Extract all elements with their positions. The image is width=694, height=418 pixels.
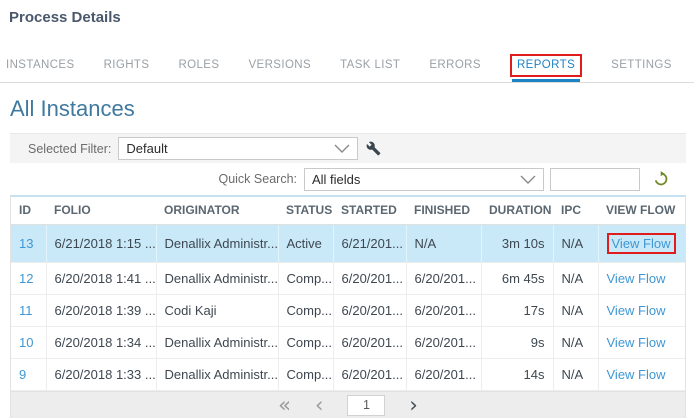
ipc-cell: N/A	[553, 359, 598, 391]
tab-instances[interactable]: INSTANCES	[5, 51, 76, 82]
table-header-row: ID FOLIO ORIGINATOR STATUS STARTED FINIS…	[11, 197, 685, 225]
started-cell: 6/21/201...	[333, 225, 406, 263]
folio-cell: 6/20/2018 1:39 ...	[46, 295, 156, 327]
view-flow-link[interactable]: View Flow	[612, 236, 671, 251]
tab-bar: INSTANCES RIGHTS ROLES VERSIONS TASK LIS…	[0, 46, 694, 83]
table-row[interactable]: 13 6/21/2018 1:15 ... Denallix Administr…	[11, 225, 685, 263]
folio-cell: 6/20/2018 1:34 ...	[46, 327, 156, 359]
col-header-originator[interactable]: ORIGINATOR	[156, 197, 278, 225]
annotation-box-reports: REPORTS	[510, 54, 582, 77]
annotation-box-view-flow: View Flow	[607, 233, 676, 254]
section-heading: All Instances	[10, 96, 694, 122]
selected-filter-label: Selected Filter:	[28, 142, 111, 156]
originator-cell: Denallix Administr...	[156, 359, 278, 391]
next-page-icon[interactable]: ›	[409, 395, 417, 416]
instance-id-link[interactable]: 13	[19, 236, 33, 251]
originator-cell: Codi Kaji	[156, 295, 278, 327]
folio-cell: 6/21/2018 1:15 ...	[46, 225, 156, 263]
originator-cell: Denallix Administr...	[156, 225, 278, 263]
tab-versions[interactable]: VERSIONS	[247, 51, 312, 82]
search-field-select[interactable]: All fields	[304, 168, 544, 191]
ipc-cell: N/A	[553, 225, 598, 263]
view-flow-link[interactable]: View Flow	[607, 303, 666, 318]
quick-search-input[interactable]	[550, 168, 640, 191]
instance-id-link[interactable]: 9	[19, 367, 26, 382]
view-flow-link[interactable]: View Flow	[607, 271, 666, 286]
finished-cell: 6/20/201...	[406, 327, 481, 359]
current-page-input[interactable]: 1	[347, 395, 385, 416]
instance-id-link[interactable]: 12	[19, 271, 33, 286]
refresh-icon[interactable]	[653, 171, 669, 187]
status-cell: Active	[278, 225, 333, 263]
filter-select-value: Default	[126, 141, 167, 156]
ipc-cell: N/A	[553, 327, 598, 359]
finished-cell: 6/20/201...	[406, 359, 481, 391]
tab-errors[interactable]: ERRORS	[428, 51, 482, 82]
started-cell: 6/20/201...	[333, 359, 406, 391]
view-flow-link[interactable]: View Flow	[607, 335, 666, 350]
folio-cell: 6/20/2018 1:41 ...	[46, 263, 156, 295]
table-row[interactable]: 11 6/20/2018 1:39 ... Codi Kaji Comp... …	[11, 295, 685, 327]
status-cell: Comp...	[278, 263, 333, 295]
first-page-icon[interactable]: «	[278, 395, 291, 416]
active-tab-underline	[512, 79, 580, 82]
status-cell: Comp...	[278, 295, 333, 327]
duration-cell: 17s	[481, 295, 553, 327]
content-area: Selected Filter: Default Quick Search: A…	[10, 133, 686, 418]
table-row[interactable]: 9 6/20/2018 1:33 ... Denallix Administr.…	[11, 359, 685, 391]
pagination-bar: « ‹ 1 ›	[11, 391, 685, 418]
originator-cell: Denallix Administr...	[156, 263, 278, 295]
ipc-cell: N/A	[553, 263, 598, 295]
chevron-down-icon	[520, 172, 536, 187]
col-header-id[interactable]: ID	[11, 197, 46, 225]
status-cell: Comp...	[278, 359, 333, 391]
instance-id-link[interactable]: 10	[19, 335, 33, 350]
col-header-started[interactable]: STARTED	[333, 197, 406, 225]
col-header-view-flow[interactable]: VIEW FLOW	[598, 197, 685, 225]
duration-cell: 14s	[481, 359, 553, 391]
ipc-cell: N/A	[553, 295, 598, 327]
tab-task-list[interactable]: TASK LIST	[339, 51, 401, 82]
duration-cell: 9s	[481, 327, 553, 359]
started-cell: 6/20/201...	[333, 295, 406, 327]
quick-search-bar: Quick Search: All fields	[10, 163, 686, 195]
finished-cell: N/A	[406, 225, 481, 263]
duration-cell: 6m 45s	[481, 263, 553, 295]
search-field-value: All fields	[312, 172, 360, 187]
col-header-finished[interactable]: FINISHED	[406, 197, 481, 225]
started-cell: 6/20/201...	[333, 327, 406, 359]
quick-search-label: Quick Search:	[218, 172, 297, 186]
col-header-folio[interactable]: FOLIO	[46, 197, 156, 225]
status-cell: Comp...	[278, 327, 333, 359]
tab-roles[interactable]: ROLES	[177, 51, 220, 82]
tab-reports-label: REPORTS	[517, 59, 575, 71]
tab-reports[interactable]: REPORTS	[509, 46, 583, 82]
table-row[interactable]: 12 6/20/2018 1:41 ... Denallix Administr…	[11, 263, 685, 295]
filter-bar: Selected Filter: Default	[10, 133, 686, 163]
folio-cell: 6/20/2018 1:33 ...	[46, 359, 156, 391]
chevron-down-icon	[334, 141, 350, 156]
view-flow-link[interactable]: View Flow	[607, 367, 666, 382]
originator-cell: Denallix Administr...	[156, 327, 278, 359]
instances-table: ID FOLIO ORIGINATOR STATUS STARTED FINIS…	[10, 195, 686, 418]
col-header-status[interactable]: STATUS	[278, 197, 333, 225]
table-row[interactable]: 10 6/20/2018 1:34 ... Denallix Administr…	[11, 327, 685, 359]
tab-settings[interactable]: SETTINGS	[610, 51, 673, 82]
duration-cell: 3m 10s	[481, 225, 553, 263]
finished-cell: 6/20/201...	[406, 263, 481, 295]
page-title: Process Details	[9, 9, 694, 26]
tab-rights[interactable]: RIGHTS	[103, 51, 151, 82]
instance-id-link[interactable]: 11	[19, 303, 33, 318]
previous-page-icon[interactable]: ‹	[315, 395, 323, 416]
finished-cell: 6/20/201...	[406, 295, 481, 327]
filter-select[interactable]: Default	[118, 137, 358, 160]
wrench-icon[interactable]	[366, 141, 381, 156]
col-header-ipc[interactable]: IPC	[553, 197, 598, 225]
started-cell: 6/20/201...	[333, 263, 406, 295]
col-header-duration[interactable]: DURATION	[481, 197, 553, 225]
